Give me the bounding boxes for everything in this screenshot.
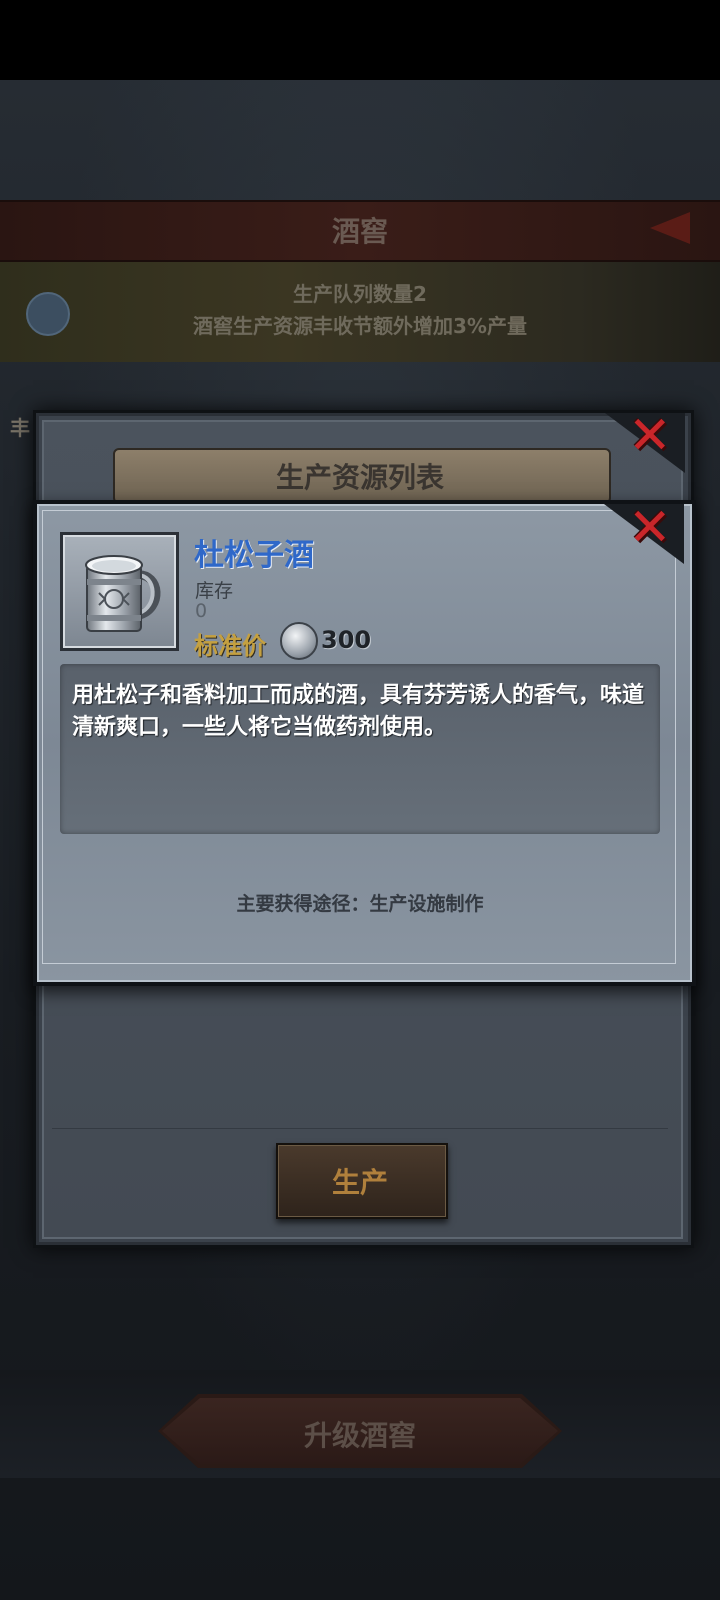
back-arrow-icon[interactable] <box>650 212 690 244</box>
list-divider <box>52 1128 668 1129</box>
standard-price-label: 标准价 <box>194 632 266 660</box>
close-list-icon[interactable]: ✕ <box>628 410 672 462</box>
standard-price-value: 300 <box>321 626 372 654</box>
side-label: 丰 <box>10 416 30 440</box>
top-black-strip <box>0 0 720 80</box>
silver-coin-icon <box>280 622 318 660</box>
upgrade-button-label: 升级酒窖 <box>303 1419 416 1452</box>
item-icon-box <box>60 532 179 651</box>
item-description: 用杜松子和香料加工而成的酒，具有芬芳诱人的香气，味道清新爽口，一些人将它当做药剂… <box>72 683 645 740</box>
stock-label: 库存 <box>195 580 234 602</box>
produce-button-label: 生产 <box>331 1166 388 1199</box>
queue-count-text: 生产队列数量2 <box>293 282 427 306</box>
item-name: 杜松子酒 <box>194 538 314 573</box>
pewter-mug-icon <box>85 555 161 632</box>
stock-value: 0 <box>195 600 208 622</box>
list-title: 生产资源列表 <box>275 461 444 494</box>
close-detail-icon[interactable]: ✕ <box>628 502 672 554</box>
background-title: 酒窖 <box>331 215 388 248</box>
harvest-bonus-text: 酒窖生产资源丰收节额外增加3%产量 <box>193 314 527 338</box>
acquisition-source: 主要获得途径：生产设施制作 <box>236 893 484 915</box>
